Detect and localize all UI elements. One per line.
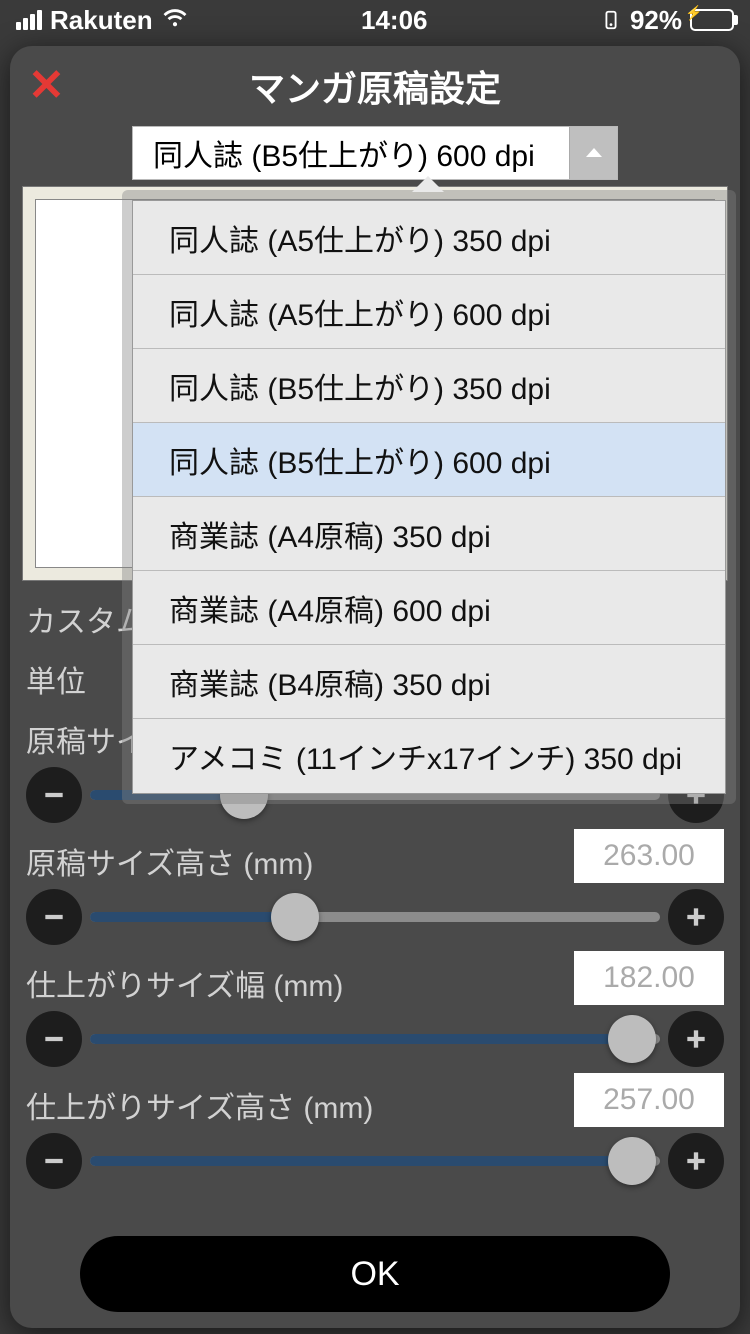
clock: 14:06 <box>361 5 428 36</box>
finish-height-value[interactable]: 257.00 <box>574 1073 724 1127</box>
battery-icon: ⚡ <box>690 9 734 31</box>
preset-dropdown: 同人誌 (A5仕上がり) 350 dpi 同人誌 (A5仕上がり) 600 dp… <box>122 190 736 804</box>
minus-button[interactable] <box>26 767 82 823</box>
status-bar: Rakuten 14:06 92% ⚡ <box>0 0 750 40</box>
slider-thumb[interactable] <box>608 1137 656 1185</box>
finish-height-label: 仕上がりサイズ高さ (mm) <box>26 1083 373 1127</box>
slider-thumb[interactable] <box>271 893 319 941</box>
height-label: 原稿サイズ高さ (mm) <box>26 839 313 883</box>
preset-option[interactable]: 同人誌 (A5仕上がり) 350 dpi <box>133 201 725 275</box>
preset-option[interactable]: 同人誌 (B5仕上がり) 350 dpi <box>133 349 725 423</box>
preset-option-selected[interactable]: 同人誌 (B5仕上がり) 600 dpi <box>133 423 725 497</box>
minus-button[interactable] <box>26 889 82 945</box>
chevron-up-icon[interactable] <box>569 127 617 179</box>
slider-thumb[interactable] <box>608 1015 656 1063</box>
plus-button[interactable] <box>668 1133 724 1189</box>
minus-button[interactable] <box>26 1011 82 1067</box>
close-icon[interactable]: ✕ <box>28 64 65 108</box>
slider-2[interactable] <box>90 912 660 922</box>
rotation-lock-icon <box>600 9 622 31</box>
preset-dropdown-list: 同人誌 (A5仕上がり) 350 dpi 同人誌 (A5仕上がり) 600 dp… <box>132 200 726 794</box>
wifi-icon <box>161 3 189 38</box>
preset-option[interactable]: 商業誌 (B4原稿) 350 dpi <box>133 645 725 719</box>
slider-row-4 <box>20 1133 730 1189</box>
battery-pct: 92% <box>630 5 682 36</box>
preset-option[interactable]: 同人誌 (A5仕上がり) 600 dpi <box>133 275 725 349</box>
slider-row-3 <box>20 1011 730 1067</box>
slider-4[interactable] <box>90 1156 660 1166</box>
modal-title: マンガ原稿設定 <box>249 60 501 112</box>
minus-button[interactable] <box>26 1133 82 1189</box>
preset-option[interactable]: アメコミ (11インチx17インチ) 350 dpi <box>133 719 725 793</box>
plus-button[interactable] <box>668 889 724 945</box>
preset-option[interactable]: 商業誌 (A4原稿) 350 dpi <box>133 497 725 571</box>
preset-select[interactable]: 同人誌 (B5仕上がり) 600 dpi <box>132 126 618 180</box>
preset-option[interactable]: 商業誌 (A4原稿) 600 dpi <box>133 571 725 645</box>
plus-button[interactable] <box>668 1011 724 1067</box>
modal-header: ✕ マンガ原稿設定 <box>10 46 740 126</box>
finish-width-label: 仕上がりサイズ幅 (mm) <box>26 961 343 1005</box>
preset-select-value: 同人誌 (B5仕上がり) 600 dpi <box>133 127 569 179</box>
slider-3[interactable] <box>90 1034 660 1044</box>
slider-row-2 <box>20 889 730 945</box>
dropdown-arrow-icon <box>412 176 444 192</box>
carrier-label: Rakuten <box>50 5 153 36</box>
signal-icon <box>16 10 42 30</box>
height-value[interactable]: 263.00 <box>574 829 724 883</box>
finish-width-value[interactable]: 182.00 <box>574 951 724 1005</box>
ok-button[interactable]: OK <box>80 1236 670 1312</box>
